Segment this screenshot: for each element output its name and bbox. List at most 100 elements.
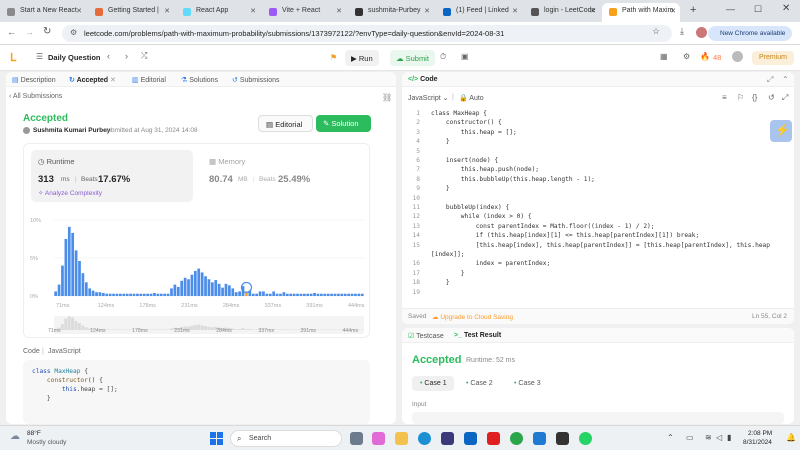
language-select[interactable]: JavaScript ⌄ <box>408 94 449 102</box>
all-submissions-link[interactable]: ‹ All Submissions <box>9 93 62 100</box>
code-editor[interactable]: 1 class MaxHeap {2 constructor() {3 this.… <box>402 110 794 305</box>
tab-close-icon[interactable]: ✕ <box>670 7 676 15</box>
whatsapp-icon[interactable] <box>579 432 592 445</box>
forward-icon[interactable]: → <box>25 27 34 37</box>
fullscreen-icon[interactable]: ⤢ <box>782 93 788 103</box>
tab-close-icon[interactable]: ✕ <box>512 7 518 15</box>
runtime-box[interactable]: ◷ Runtime 313 ms | Beats 17.67% ✧ Analyz… <box>31 150 193 202</box>
minimize-icon[interactable]: — <box>726 4 735 14</box>
linkedin-icon[interactable] <box>464 432 477 445</box>
browser-tab[interactable]: Start a New React ✕ <box>0 3 86 22</box>
taskbar-search[interactable]: ⌕ Search <box>230 430 342 447</box>
tab-close-icon[interactable]: ✕ <box>250 7 256 15</box>
tab-accepted[interactable]: ↻ Accepted ✕ <box>69 76 116 84</box>
tab-close-icon[interactable]: ✕ <box>590 7 596 15</box>
premium-button[interactable]: Premium <box>752 51 794 65</box>
daily-question-label[interactable]: Daily Question <box>48 53 101 62</box>
case-2-tab[interactable]: • Case 2 <box>458 376 500 391</box>
tab-testcase[interactable]: ☑ Testcase <box>408 332 444 340</box>
prev-problem-icon[interactable]: ‹ <box>107 51 110 61</box>
vscode-icon[interactable] <box>533 432 546 445</box>
tray-app-icon[interactable]: ▭ <box>686 433 694 442</box>
case-1-tab[interactable]: • Case 1 <box>412 376 454 391</box>
browser-tab[interactable]: Getting Started | ✕ <box>88 3 174 22</box>
solution-button[interactable]: ✎ Solution <box>316 115 371 132</box>
tab-code[interactable]: </> Code <box>408 76 438 83</box>
back-icon[interactable]: ← <box>7 27 16 37</box>
tab-close-icon[interactable]: ✕ <box>164 7 170 15</box>
layout-icon[interactable]: ▦ <box>660 52 668 61</box>
notes-icon[interactable]: ▣ <box>461 52 469 61</box>
site-info-icon[interactable]: ⚙ <box>70 28 77 37</box>
editorial-button[interactable]: ▤ Editorial <box>258 115 313 132</box>
memory-box[interactable]: ▦ Memory 80.74 MB | Beats 25.49% <box>202 150 362 202</box>
chrome-update-badge[interactable]: New Chrome available <box>708 26 792 41</box>
author-name[interactable]: Sushmita Kumari Purbey <box>33 127 110 134</box>
floating-assist-icon[interactable]: ⚡ <box>770 120 792 142</box>
bookmark-star-icon[interactable]: ☆ <box>652 26 660 37</box>
profile-avatar[interactable] <box>696 27 707 38</box>
weather-cloud-icon[interactable]: ☁ <box>10 431 20 442</box>
battery-icon[interactable]: ▮ <box>727 433 731 442</box>
submit-button[interactable]: ☁ Submit <box>390 50 435 66</box>
url-field[interactable]: ⚙ leetcode.com/problems/path-with-maximu… <box>62 25 672 42</box>
new-tab-icon[interactable]: + <box>690 4 696 16</box>
maximize-icon[interactable]: ☐ <box>754 4 762 15</box>
expand-icon[interactable]: ⤢ <box>767 75 773 85</box>
tab-close-icon[interactable]: ✕ <box>336 7 342 15</box>
next-problem-icon[interactable]: › <box>125 51 128 61</box>
upgrade-link[interactable]: ☁ Upgrade to Cloud Saving <box>432 313 513 321</box>
tab-close-icon[interactable]: ✕ <box>76 7 82 15</box>
start-windows-icon[interactable] <box>210 432 223 445</box>
leetcode-logo-icon[interactable]: ᒪ <box>10 51 21 64</box>
tray-chevron-icon[interactable]: ⌃ <box>667 433 674 442</box>
chart-bar <box>214 280 218 296</box>
youtube-icon[interactable] <box>487 432 500 445</box>
store-icon[interactable] <box>441 432 454 445</box>
debug-icon[interactable]: ⚑ <box>330 53 337 62</box>
reload-icon[interactable]: ↻ <box>43 26 51 37</box>
streak-fire-icon[interactable]: 🔥 <box>700 52 710 61</box>
shuffle-icon[interactable]: ⤮ <box>141 51 147 61</box>
browser-tab[interactable]: React App ✕ <box>176 3 260 22</box>
browser-tab[interactable]: (1) Feed | Linked ✕ <box>436 3 522 22</box>
auto-mode[interactable]: 🔒 Auto <box>459 94 484 102</box>
tab-submissions[interactable]: ↺ Submissions <box>232 76 280 84</box>
browser-tab[interactable]: sushmita-Purbey ✕ <box>348 3 434 22</box>
timer-icon[interactable]: ⏱ <box>440 52 446 62</box>
tab-test-result[interactable]: >_ Test Result <box>454 332 501 339</box>
tab-solutions[interactable]: ⚗ Solutions <box>181 76 218 84</box>
task-view-icon[interactable] <box>350 432 363 445</box>
chrome-icon[interactable] <box>510 432 523 445</box>
share-link-icon[interactable]: ⛓ <box>382 93 392 102</box>
weather-temp[interactable]: 88°F <box>27 430 41 437</box>
tab-close-icon[interactable]: ✕ <box>424 7 430 15</box>
braces-icon[interactable]: {} <box>752 93 757 102</box>
browser-tab[interactable]: Vite + React ✕ <box>262 3 346 22</box>
volume-icon[interactable]: ◁ <box>716 433 722 442</box>
wifi-icon[interactable]: ≋ <box>705 433 712 442</box>
notification-bell-icon[interactable]: 🔔 <box>786 433 796 442</box>
format-icon[interactable]: ≡ <box>722 93 727 102</box>
user-avatar[interactable] <box>732 51 743 62</box>
edge-icon[interactable] <box>418 432 431 445</box>
clock-time[interactable]: 2:08 PM <box>748 430 772 437</box>
bookmark-icon[interactable]: ⚐ <box>737 93 744 102</box>
browser-tab[interactable]: Path with Maxim ✕ <box>602 3 680 22</box>
window-close-icon[interactable]: ✕ <box>782 3 790 14</box>
download-icon[interactable]: ⤓ <box>680 26 684 37</box>
tab-editorial[interactable]: ▥ Editorial <box>132 76 166 84</box>
case-3-tab[interactable]: • Case 3 <box>506 376 548 391</box>
collapse-icon[interactable]: ⌃ <box>782 75 789 84</box>
tab-description[interactable]: ▤ Description <box>12 76 56 84</box>
browser-tab[interactable]: login - LeetCode ✕ <box>524 3 600 22</box>
runtime-distribution-chart[interactable]: 10% 5% 0% 71ms 124ms 178ms 231ms 284ms 337ms 391m… <box>24 208 371 338</box>
reset-icon[interactable]: ↺ <box>768 93 775 102</box>
terminal-app-icon[interactable] <box>556 432 569 445</box>
copilot-icon[interactable] <box>372 432 385 445</box>
list-icon[interactable]: ☰ <box>36 52 43 61</box>
settings-gear-icon[interactable]: ⚙ <box>683 52 690 61</box>
run-button[interactable]: ▶ Run <box>345 50 379 66</box>
analyze-complexity-link[interactable]: ✧ Analyze Complexity <box>38 189 102 197</box>
file-explorer-icon[interactable] <box>395 432 408 445</box>
